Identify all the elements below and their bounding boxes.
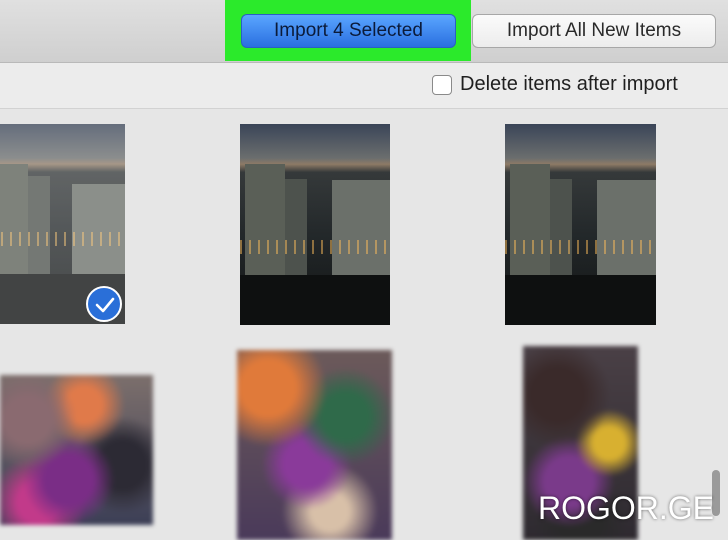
import-all-new-items-button[interactable]: Import All New Items [472, 14, 716, 48]
photo-thumbnail-3[interactable] [505, 124, 656, 325]
import-options-bar: Delete items after import [0, 63, 728, 109]
import-toolbar: Import 4 Selected Import All New Items [0, 0, 728, 63]
photo-thumbnail-4[interactable] [0, 375, 153, 525]
photo-thumbnail-5[interactable] [237, 350, 392, 540]
site-watermark: ROGOR.GE [538, 490, 715, 526]
import-selected-button[interactable]: Import 4 Selected [241, 14, 456, 48]
delete-items-label[interactable]: Delete items after import [460, 73, 678, 96]
selected-badge[interactable] [86, 286, 122, 322]
checkmark-icon [95, 297, 115, 313]
photo-thumbnail-2[interactable] [240, 124, 390, 325]
delete-items-checkbox[interactable] [432, 75, 452, 95]
photo-grid [0, 109, 728, 540]
